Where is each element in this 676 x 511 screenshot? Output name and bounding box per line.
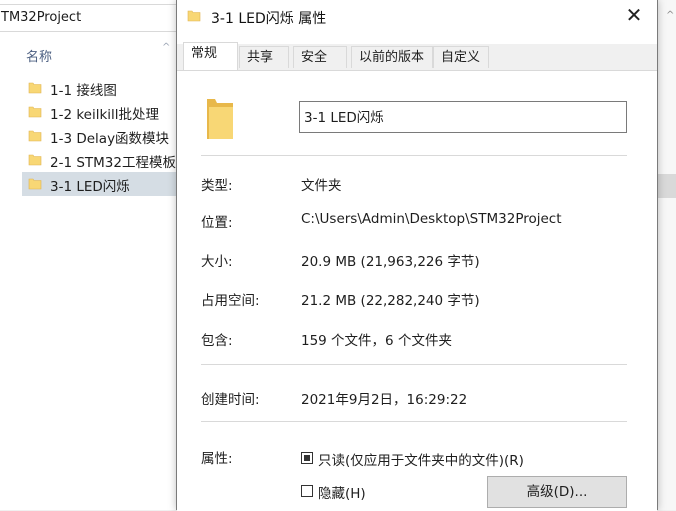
type-label: 类型:: [201, 178, 233, 194]
tab-previous-versions[interactable]: 以前的版本: [351, 46, 433, 68]
folder-icon: [28, 130, 42, 142]
readonly-label[interactable]: 只读(仅应用于文件夹中的文件)(R): [318, 449, 524, 469]
selection-highlight-edge: [656, 174, 676, 198]
type-value: 文件夹: [301, 178, 342, 194]
tab-general[interactable]: 常规: [183, 42, 238, 70]
file-list-item[interactable]: 2-1 STM32工程模板: [22, 148, 176, 172]
folder-icon: [28, 106, 42, 118]
dialog-title: 3-1 LED闪烁 属性: [211, 11, 327, 27]
titlebar: 3-1 LED闪烁 属性 ✕: [177, 0, 657, 34]
file-list-item[interactable]: 3-1 LED闪烁: [22, 172, 176, 196]
folder-icon: [28, 154, 42, 166]
properties-dialog: 3-1 LED闪烁 属性 ✕ 常规 共享 安全 以前的版本 自定义 3-1 LE…: [176, 0, 658, 511]
chevron-up-icon: ^: [162, 42, 171, 53]
file-list-item[interactable]: 1-3 Delay函数模块: [22, 124, 176, 148]
tab-customize[interactable]: 自定义: [433, 46, 489, 68]
tab-security[interactable]: 安全: [293, 46, 347, 68]
address-text: TM32Project: [1, 10, 82, 25]
divider: [201, 155, 627, 156]
file-list-item-label: 2-1 STM32工程模板: [50, 155, 176, 171]
size-label: 大小:: [201, 254, 233, 270]
location-value: C:\Users\Admin\Desktop\STM32Project: [301, 211, 562, 227]
tab-sharing[interactable]: 共享: [239, 46, 289, 68]
name-input[interactable]: 3-1 LED闪烁: [299, 101, 627, 133]
file-list-item-label: 1-3 Delay函数模块: [50, 131, 170, 147]
file-list-item[interactable]: 1-2 keilkill批处理: [22, 100, 176, 124]
general-panel: 3-1 LED闪烁 类型: 文件夹 位置: C:\Users\Admin\Des…: [177, 70, 657, 511]
file-list-item-label: 3-1 LED闪烁: [50, 179, 130, 195]
close-icon: ✕: [625, 3, 643, 27]
contains-value: 159 个文件，6 个文件夹: [301, 333, 452, 349]
right-pane-edge: [656, 0, 676, 510]
address-bar[interactable]: TM32Project: [0, 4, 177, 32]
created-value: 2021年9月2日，16:29:22: [301, 392, 468, 408]
attributes-label: 属性:: [201, 451, 233, 467]
tab-strip: 常规 共享 安全 以前的版本 自定义: [177, 42, 657, 70]
folder-icon: [28, 178, 42, 190]
folder-icon: [207, 99, 233, 139]
advanced-button[interactable]: 高级(D)...: [487, 476, 627, 508]
readonly-checkbox[interactable]: [301, 452, 313, 464]
divider: [201, 364, 627, 365]
divider: [201, 421, 627, 422]
hidden-checkbox[interactable]: [301, 485, 313, 497]
contains-label: 包含:: [201, 333, 233, 349]
file-list: 1-1 接线图 1-2 keilkill批处理 1-3 Delay函数模块 2-1 S…: [22, 76, 176, 196]
folder-icon: [28, 82, 42, 94]
size-value: 20.9 MB (21,963,226 字节): [301, 254, 480, 270]
column-header-name[interactable]: 名称 ^: [22, 42, 176, 66]
location-label: 位置:: [201, 215, 233, 231]
file-list-item-label: 1-1 接线图: [50, 83, 117, 99]
close-button[interactable]: ✕: [621, 4, 647, 28]
disk-size-value: 21.2 MB (22,282,240 字节): [301, 293, 480, 309]
hidden-label[interactable]: 隐藏(H): [318, 482, 366, 502]
disk-size-label: 占用空间:: [201, 293, 260, 309]
file-list-item-label: 1-2 keilkill批处理: [50, 107, 160, 123]
file-list-item[interactable]: 1-1 接线图: [22, 76, 176, 100]
created-label: 创建时间:: [201, 392, 260, 408]
column-header-label: 名称: [26, 50, 53, 65]
folder-icon: [187, 10, 201, 22]
chevron-up-icon[interactable]: ^: [666, 10, 674, 21]
